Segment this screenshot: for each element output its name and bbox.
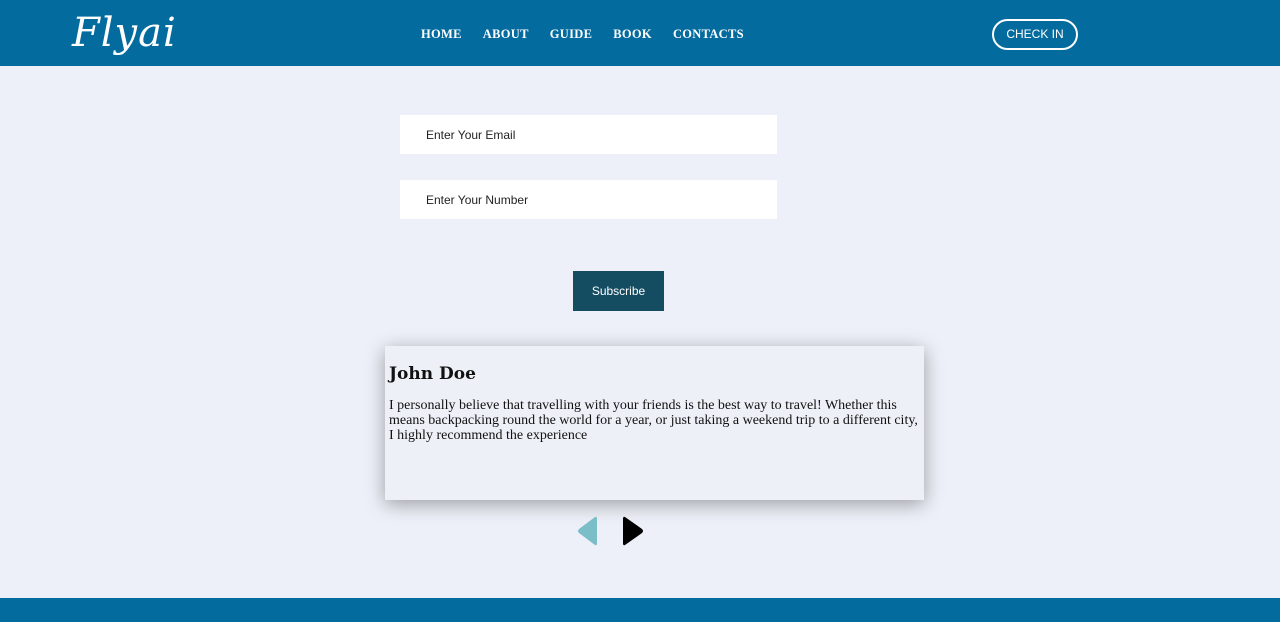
triangle-right-icon[interactable] (622, 515, 646, 552)
navbar: Flyai HOME ABOUT GUIDE BOOK CONTACTS CHE… (0, 0, 1280, 66)
nav-home-link[interactable]: HOME (421, 26, 462, 42)
nav-contacts-link[interactable]: CONTACTS (673, 26, 744, 42)
testimonial-name: John Doe (389, 364, 476, 384)
testimonial-text: I personally believe that travelling wit… (389, 398, 918, 443)
logo[interactable]: Flyai (72, 8, 177, 58)
nav-about-link[interactable]: ABOUT (483, 26, 529, 42)
email-input[interactable] (400, 115, 777, 154)
nav-book-link[interactable]: BOOK (613, 26, 652, 42)
carousel-controls (576, 515, 648, 547)
nav-menu: HOME ABOUT GUIDE BOOK CONTACTS (421, 26, 765, 42)
subscribe-button[interactable]: Subscribe (573, 271, 664, 311)
footer-bar (0, 598, 1280, 622)
check-in-button[interactable]: CHECK IN (992, 19, 1078, 50)
number-input[interactable] (400, 180, 777, 219)
triangle-left-icon[interactable] (576, 515, 598, 552)
testimonial-card: John Doe I personally believe that trave… (385, 346, 924, 500)
nav-guide-link[interactable]: GUIDE (550, 26, 592, 42)
